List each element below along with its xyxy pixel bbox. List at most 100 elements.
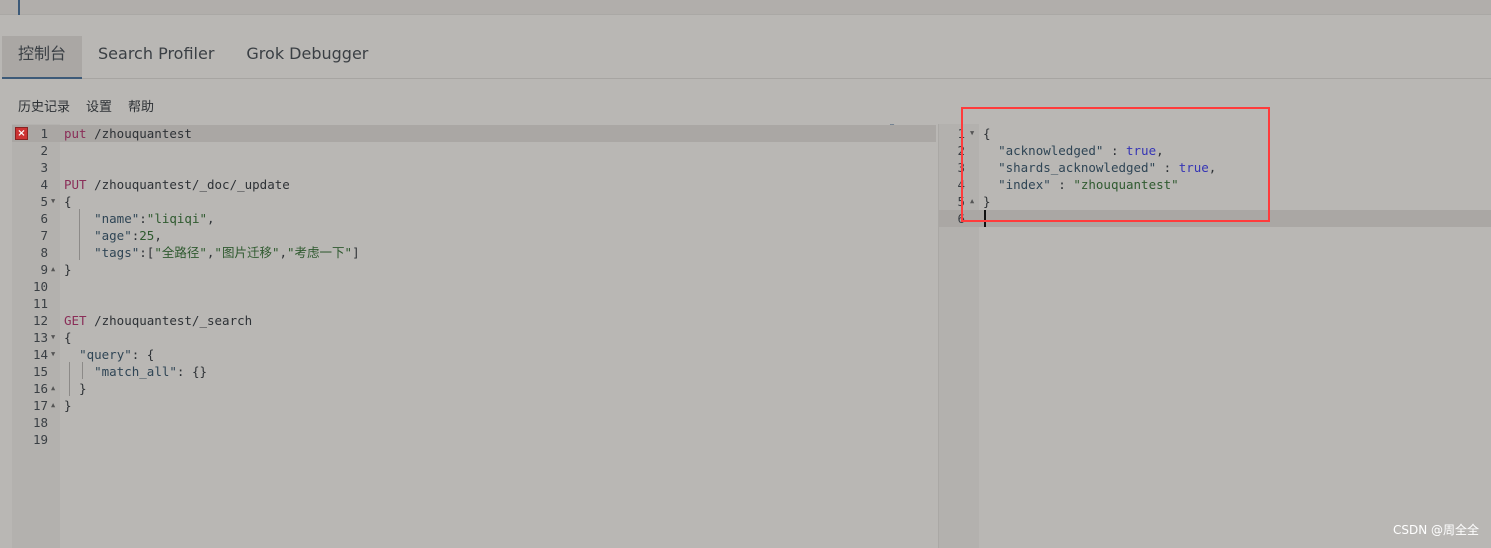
fold-down-icon[interactable]: ▼ [51,329,55,346]
code-text: { [64,193,72,210]
console-toolbar: 历史记录 设置 帮助 [18,96,154,115]
code-text: "match_all": {} [64,363,207,380]
token: } [64,398,72,413]
token: : { [131,347,155,362]
line-number: 3 [40,160,48,175]
line-number: 17 [32,398,48,413]
token: :[ [139,245,155,260]
code-line[interactable]: 14 ▼ "query": { [12,346,936,363]
token: "考虑一下" [287,245,353,260]
top-bar-marker [18,0,20,15]
request-editor[interactable]: ▷ 🔧︎ ⋮ 1×put /zhouquantest234PUT /zhouqu… [12,124,950,548]
line-number: 10 [32,279,48,294]
fold-down-icon[interactable]: ▼ [51,346,55,363]
token: "全路径" [154,245,207,260]
line-number: 5 [40,194,48,209]
line-number: 15 [32,364,48,379]
code-text: PUT /zhouquantest/_doc/_update [64,176,290,193]
line-number: 4 [40,177,48,192]
token: ] [352,245,360,260]
fold-up-icon[interactable]: ▲ [51,397,55,414]
code-text: put /zhouquantest [64,125,192,142]
token: , [154,228,162,243]
token: { [64,194,72,209]
code-line[interactable]: 12 GET /zhouquantest/_search [12,312,936,329]
token: put [64,126,87,141]
token: "liqiqi" [146,211,208,226]
tab-console[interactable]: 控制台 [2,36,83,79]
fold-up-icon[interactable]: ▲ [51,380,55,397]
code-line[interactable]: 16 ▲ } [12,380,936,397]
token: "图片迁移" [214,245,280,260]
token: { [64,330,72,345]
token: , [279,245,288,260]
token: : {} [176,364,208,379]
history-button[interactable]: 历史记录 [18,96,70,115]
token: "match_all" [94,364,177,379]
line-number: 9 [40,262,48,277]
code-line[interactable]: 9 ▲} [12,261,936,278]
token: /zhouquantest/_search [86,313,253,328]
code-line[interactable]: 1 × put /zhouquantest [12,125,936,142]
code-line[interactable]: 13 ▼ { [12,329,936,346]
line-number: 13 [32,330,48,345]
line-number: 8 [40,245,48,260]
code-line[interactable]: 4 PUT /zhouquantest/_doc/_update [12,176,936,193]
token: : [139,211,147,226]
token: } [64,262,72,277]
fold-up-icon[interactable]: ▲ [51,261,55,278]
line-number: 14 [32,347,48,362]
token: "age" [94,228,132,243]
code-line[interactable]: 8 "tags":["全路径","图片迁移","考虑一下"] [12,244,936,261]
code-line[interactable]: 10 [12,278,936,295]
code-text: GET /zhouquantest/_search [64,312,252,329]
token: GET [64,313,87,328]
fold-down-icon[interactable]: ▼ [51,193,55,210]
line-number: 12 [32,313,48,328]
token: "tags" [94,245,140,260]
code-line[interactable]: 17 ▲} [12,397,936,414]
line-number: 16 [32,381,48,396]
code-line[interactable]: 3 [12,159,936,176]
settings-button[interactable]: 设置 [86,96,112,115]
code-line[interactable]: 15 "match_all": {} [12,363,936,380]
code-text: } [64,261,72,278]
tab-grok-debugger[interactable]: Grok Debugger [230,36,384,78]
line-number: 6 [40,211,48,226]
code-text: "age":25, [64,227,162,244]
token: 25 [139,228,155,243]
token: , [207,211,215,226]
tab-bar: 控制台 Search Profiler Grok Debugger [2,36,1491,79]
code-line[interactable]: 6 "name":"liqiqi", [12,210,936,227]
code-line[interactable]: 7 "age":25, [12,227,936,244]
token: "name" [94,211,140,226]
code-text: } [64,397,72,414]
line-number: 19 [32,432,48,447]
help-button[interactable]: 帮助 [128,96,154,115]
token: } [64,381,87,396]
token: /zhouquantest [86,126,192,141]
code-line[interactable]: 5 ▼ { [12,193,936,210]
code-line[interactable]: 2 [12,142,936,159]
line-number: 2 [40,143,48,158]
error-x-icon[interactable]: × [15,127,28,140]
code-text: { [64,329,72,346]
line-number: 7 [40,228,48,243]
code-line[interactable]: 11 [12,295,936,312]
code-text: "query": { [64,346,154,363]
code-line[interactable]: 19 [12,431,936,448]
watermark: CSDN @周全全 [1392,523,1479,537]
code-line[interactable]: 18 [12,414,936,431]
tab-search-profiler[interactable]: Search Profiler [82,36,230,78]
token: PUT [64,177,87,192]
top-bar [0,0,1491,15]
token: /zhouquantest/_doc/_update [86,177,290,192]
line-number: 11 [32,296,48,311]
code-text: "name":"liqiqi", [64,210,215,227]
line-number: 18 [32,415,48,430]
